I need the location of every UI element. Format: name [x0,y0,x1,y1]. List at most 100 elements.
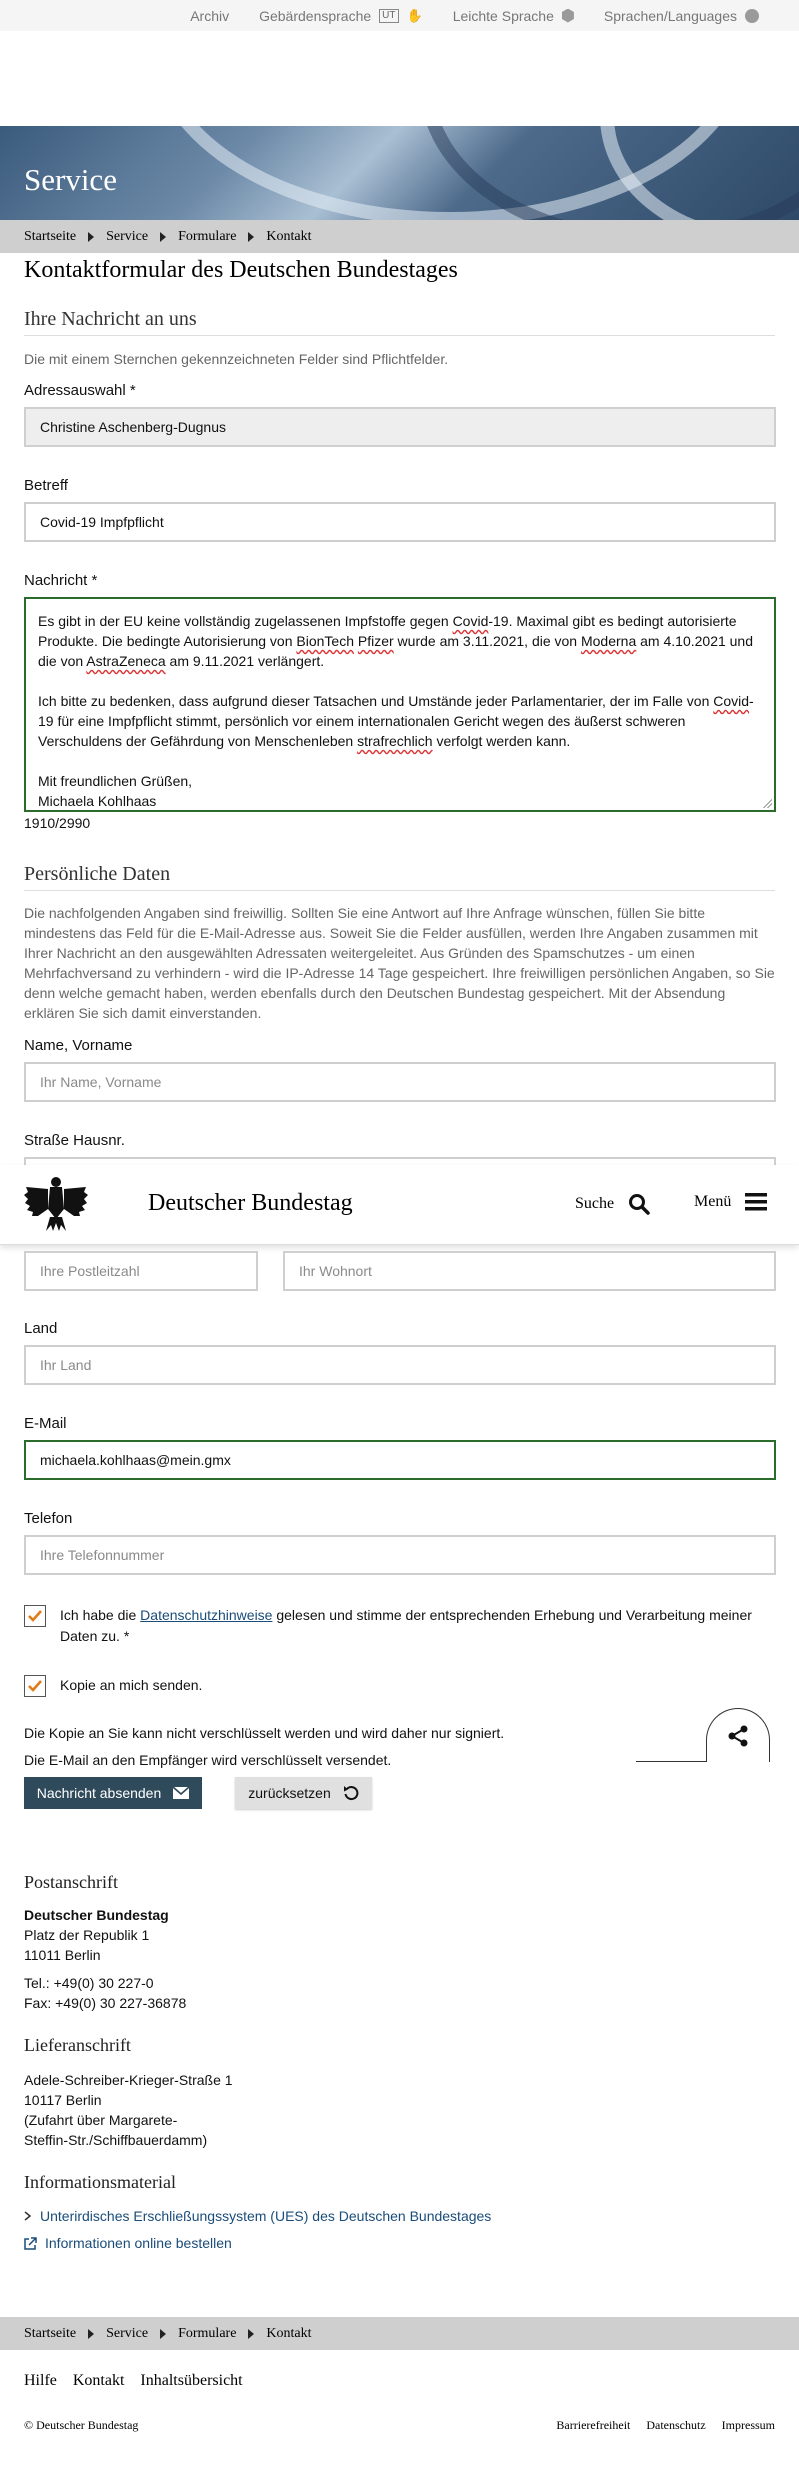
breadcrumb-separator-icon [248,2328,255,2339]
breadcrumb-separator-icon [88,2328,95,2339]
languages-link[interactable]: Sprachen/Languages [604,8,759,24]
phone-input[interactable]: Ihre Telefonnummer [24,1535,776,1575]
copy-checkbox[interactable] [24,1675,46,1697]
sign-language-label: Gebärdensprache [259,7,372,24]
brand-name[interactable]: Deutscher Bundestag [148,1190,353,1217]
external-link-icon [24,2236,37,2250]
section-heading-personal: Persönliche Daten [24,863,171,885]
zip-placeholder: Ihre Postleitzahl [40,1263,140,1279]
breadcrumb-separator-icon [248,231,255,242]
info-link-ues[interactable]: Unterirdisches Erschließungssystem (UES)… [24,2208,491,2224]
sticky-header: Deutscher Bundestag Suche Menü [0,1165,799,1245]
phone-label: Telefon [24,1510,73,1527]
subject-value: Covid-19 Impfpflicht [40,514,164,530]
breadcrumb-service[interactable]: Service [106,2326,148,2342]
languages-label: Sprachen/Languages [603,7,737,24]
breadcrumb-startseite[interactable]: Startseite [24,229,76,245]
name-label: Name, Vorname [24,1037,133,1054]
reset-icon [343,1786,359,1801]
privacy-link[interactable]: Datenschutzhinweise [140,1607,272,1623]
address-value: Christine Aschenberg-Dugnus [40,419,226,435]
breadcrumb-separator-icon [88,231,95,242]
share-icon [728,1725,748,1746]
phone-number: Tel.: +49(0) 30 227-0 [24,1975,154,1991]
info-link-label: Informationen online bestellen [45,2235,232,2251]
submit-button[interactable]: Nachricht absenden [24,1777,202,1809]
reset-button[interactable]: zurücksetzen [235,1777,372,1809]
message-signature: Michaela Kohlhaas [38,793,157,809]
section-divider [24,335,775,336]
name-input[interactable]: Ihr Name, Vorname [24,1062,776,1102]
easy-language-link[interactable]: Leichte Sprache [453,8,574,24]
federal-eagle-logo-icon[interactable] [24,1173,88,1233]
subject-label: Betreff [24,477,68,494]
name-placeholder: Ihr Name, Vorname [40,1074,162,1090]
search-icon [629,1194,650,1215]
info-link-label: Unterirdisches Erschließungssystem (UES)… [40,2208,492,2224]
city-input[interactable]: Ihr Wohnort [283,1251,776,1291]
share-widget [636,1708,770,1762]
utility-bar: Archiv Gebärdensprache UT ✋ Leichte Spra… [0,0,799,31]
footer-link-contact[interactable]: Kontakt [73,2372,125,2390]
country-placeholder: Ihr Land [40,1357,92,1373]
privacy-checkbox[interactable] [24,1605,46,1627]
sign-note: Die Kopie an Sie kann nicht verschlüssel… [24,1725,505,1741]
hamburger-menu-icon [745,1193,768,1211]
fax-number: Fax: +49(0) 30 227-36878 [24,1995,187,2011]
menu-label: Menü [694,1193,732,1210]
delivery-note: Steffin-Str./Schiffbauerdamm) [24,2132,208,2148]
phone-placeholder: Ihre Telefonnummer [40,1547,165,1563]
info-link-order[interactable]: Informationen online bestellen [24,2235,232,2251]
menu-button[interactable]: Menü [694,1193,768,1211]
breadcrumb-kontakt[interactable]: Kontakt [266,2326,311,2342]
legal-link-accessibility[interactable]: Barrierefreiheit [556,2418,630,2433]
legal-link-imprint[interactable]: Impressum [722,2418,775,2433]
legal-link-privacy[interactable]: Datenschutz [646,2418,705,2433]
breadcrumb-kontakt[interactable]: Kontakt [266,229,311,245]
address-select[interactable]: Christine Aschenberg-Dugnus [24,407,776,447]
message-textarea[interactable]: Es gibt in der EU keine vollständig zuge… [24,597,776,812]
reset-label: zurücksetzen [248,1785,331,1801]
footer-link-sitemap[interactable]: Inhaltsübersicht [140,2372,242,2390]
globe-icon [745,8,759,23]
message-paragraph: Ich bitte zu bedenken, dass aufgrund die… [38,693,754,749]
envelope-icon [173,1787,190,1799]
breadcrumb-formulare[interactable]: Formulare [178,229,236,245]
submit-label: Nachricht absenden [36,1785,162,1801]
breadcrumb-service[interactable]: Service [106,229,148,245]
copyright: © Deutscher Bundestag [24,2418,139,2432]
sign-language-link[interactable]: Gebärdensprache UT ✋ [259,8,423,24]
subject-input[interactable]: Covid-19 Impfpflicht [24,502,776,542]
archive-label: Archiv [190,7,230,24]
copy-label: Kopie an mich senden. [60,1677,203,1693]
street-label: Straße Hausnr. [24,1132,125,1149]
email-label: E-Mail [24,1415,67,1432]
delivery-note: (Zufahrt über Margarete- [24,2112,178,2128]
footer-link-help[interactable]: Hilfe [24,2372,57,2390]
breadcrumb-separator-icon [160,2328,167,2339]
postal-heading: Postanschrift [24,1872,118,1892]
info-heading: Informationsmaterial [24,2172,176,2192]
email-input[interactable]: michaela.kohlhaas@mein.gmx [24,1440,776,1480]
personal-data-note: Die nachfolgenden Angaben sind freiwilli… [24,905,775,1021]
zip-input[interactable]: Ihre Postleitzahl [24,1251,258,1291]
resize-handle-icon[interactable] [762,798,772,808]
archive-link[interactable]: Archiv [190,8,229,24]
country-input[interactable]: Ihr Land [24,1345,776,1385]
country-label: Land [24,1320,58,1337]
breadcrumb-separator-icon [160,231,167,242]
delivery-city: 10117 Berlin [24,2092,102,2108]
city-placeholder: Ihr Wohnort [299,1263,372,1279]
breadcrumb-startseite[interactable]: Startseite [24,2326,76,2342]
search-button[interactable]: Suche [575,1193,650,1215]
share-button[interactable] [706,1708,770,1762]
email-value: michaela.kohlhaas@mein.gmx [40,1452,231,1468]
message-paragraph: Es gibt in der EU keine vollständig zuge… [38,613,754,669]
search-label: Suche [575,1195,615,1212]
page-title: Kontaktformular des Deutschen Bundestage… [24,257,458,283]
section-heading-message: Ihre Nachricht an uns [24,308,197,330]
breadcrumb-formulare[interactable]: Formulare [178,2326,236,2342]
required-note: Die mit einem Sternchen gekennzeichneten… [24,351,449,367]
legal-links: Barrierefreiheit Datenschutz Impressum [556,2418,775,2433]
postal-street: Platz der Republik 1 [24,1927,150,1943]
